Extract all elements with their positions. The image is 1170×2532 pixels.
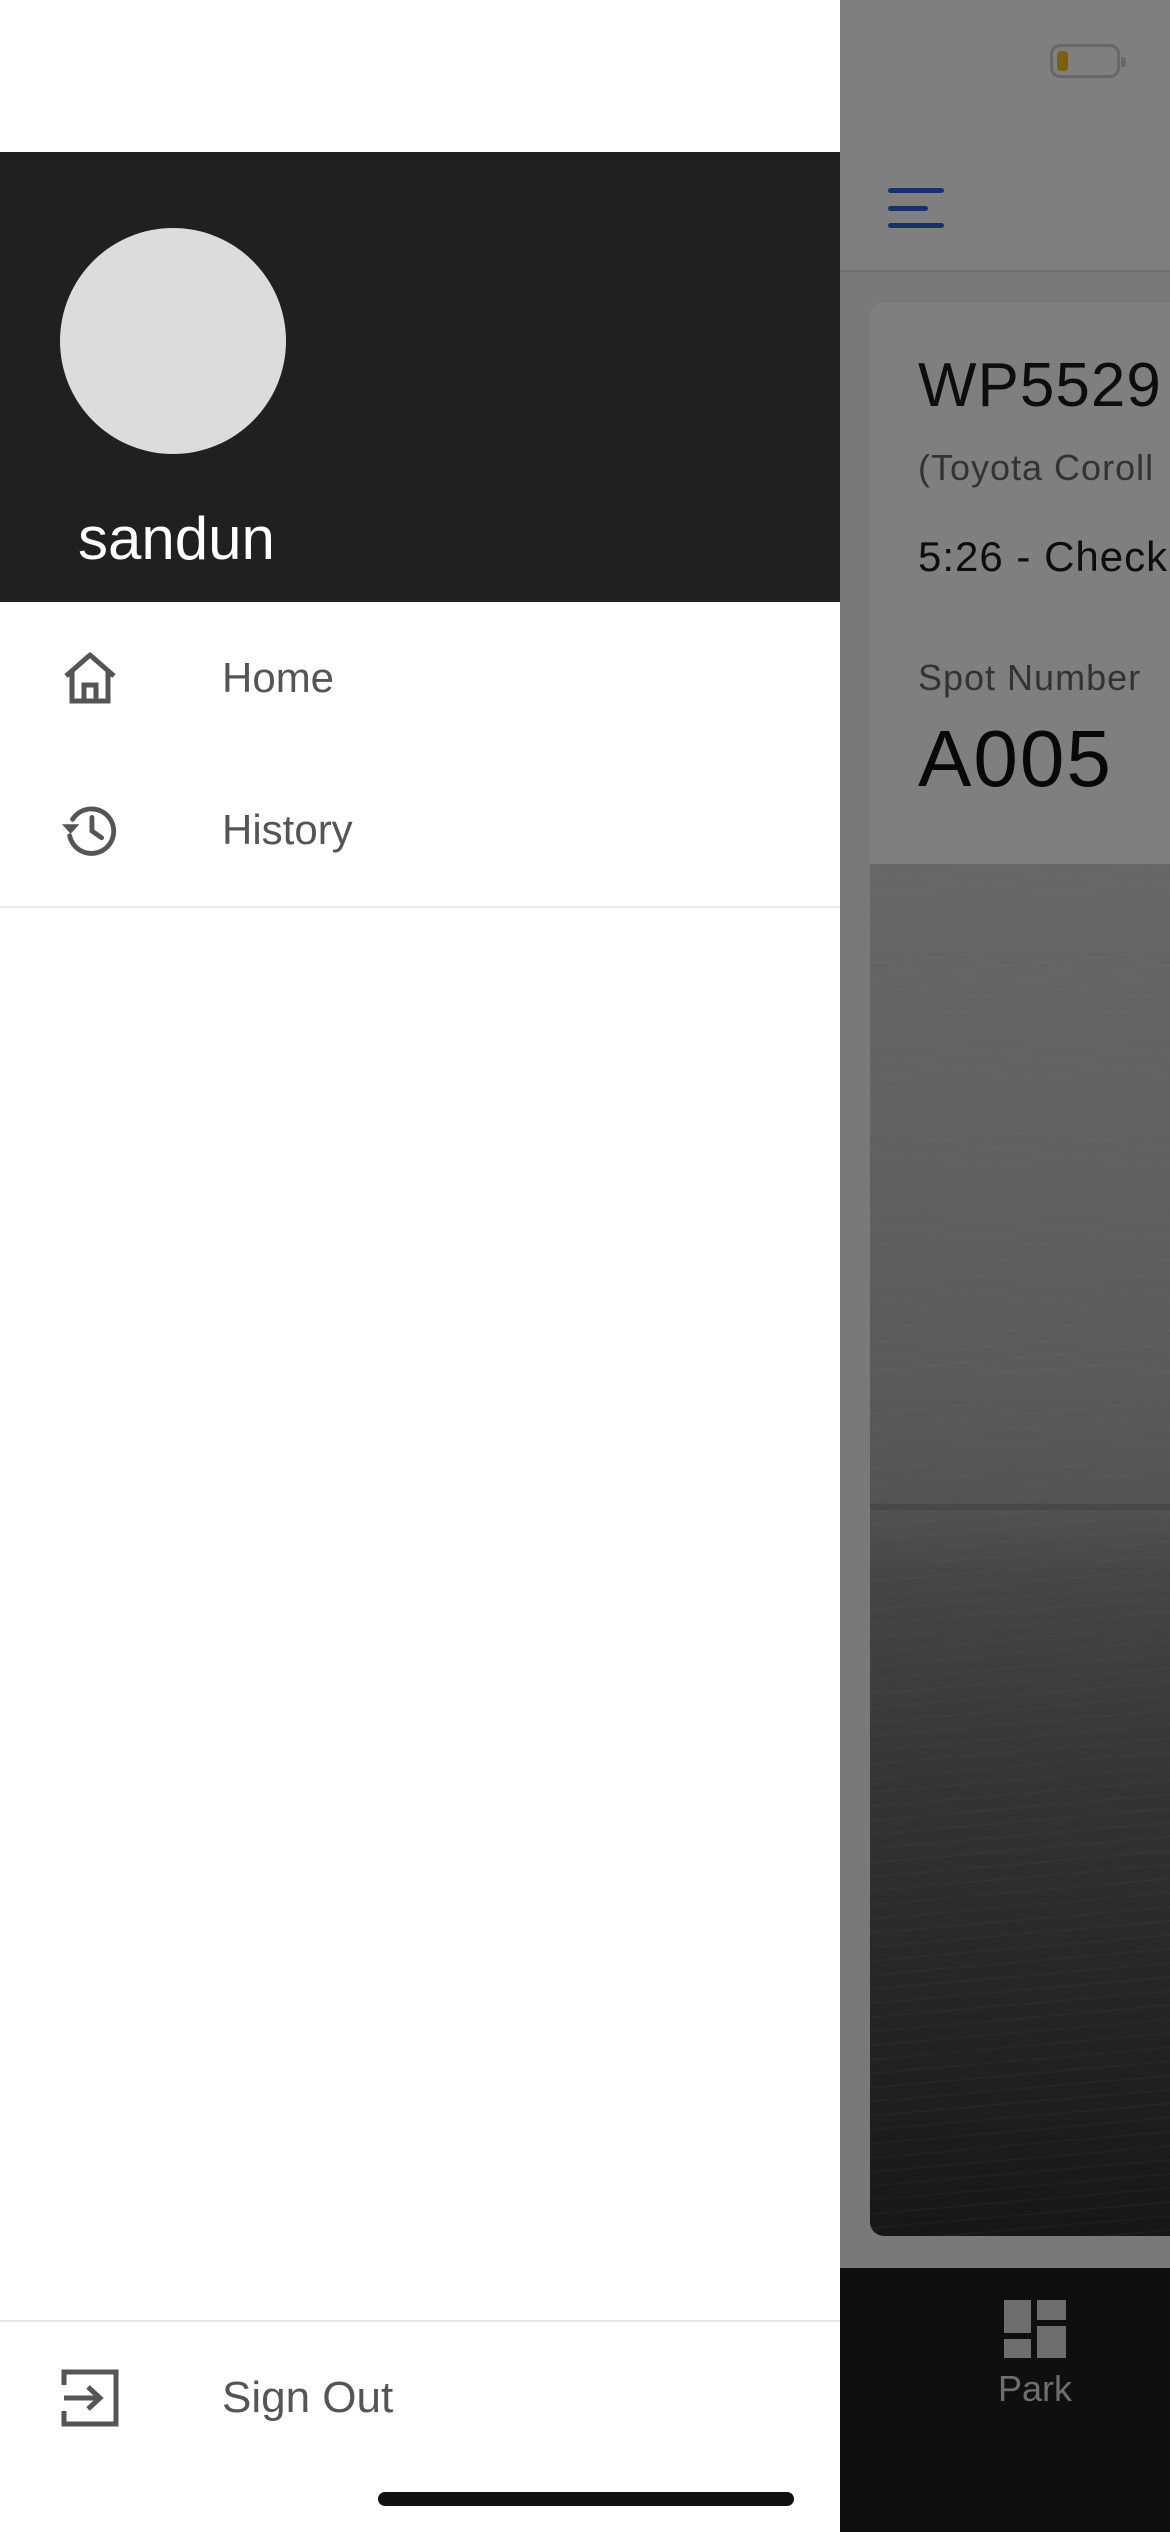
drawer-item-home[interactable]: Home — [0, 602, 840, 754]
navigation-drawer: sandun Home History Sign Out — [0, 0, 840, 2532]
profile-header: sandun — [0, 152, 840, 602]
drawer-item-history[interactable]: History — [0, 754, 840, 906]
drawer-item-history-label: History — [222, 806, 353, 853]
home-icon — [60, 648, 120, 708]
signout-section: Sign Out — [0, 2320, 840, 2474]
history-icon — [60, 800, 120, 860]
sign-out-label: Sign Out — [222, 2373, 394, 2422]
sign-out-button[interactable]: Sign Out — [0, 2322, 840, 2474]
screen: WP5529 (Toyota Coroll 5:26 - Check Spot … — [0, 0, 1170, 2532]
drawer-top-spacer — [0, 0, 840, 152]
drawer-item-home-label: Home — [222, 654, 335, 701]
user-name: sandun — [78, 505, 275, 572]
avatar[interactable] — [60, 228, 286, 454]
home-indicator[interactable] — [378, 2492, 794, 2506]
sign-out-icon — [60, 2368, 120, 2428]
drawer-nav-list: Home History — [0, 602, 840, 908]
